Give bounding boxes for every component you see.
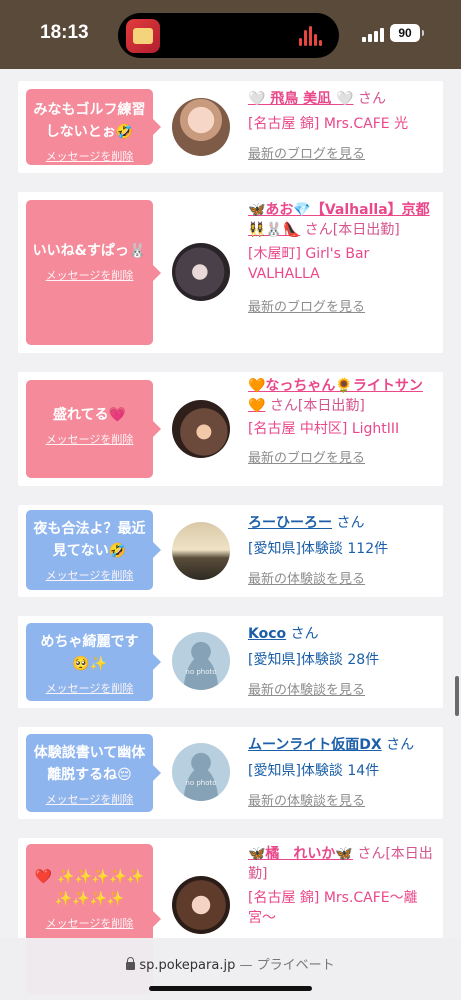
message-text: 体験談書いて幽体離脱するね😔 [33,745,146,783]
latest-review-link[interactable]: 最新の体験談を見る [248,568,433,587]
delete-message-link[interactable]: メッセージを削除 [26,680,153,696]
latest-blog-link[interactable]: 最新のブログを見る [248,143,433,162]
profile-info: ムーンライト仮面DX さん [愛知県]体験談 14件 最新の体験談を見る [248,735,433,809]
scroll-indicator[interactable] [455,676,459,716]
message-card: 盛れてる💗 メッセージを削除 🧡なっちゃん🌻ライトサン🧡 さん[本日出勤] [名… [18,372,443,486]
shop-info: [名古屋 錦] Mrs.CAFE 光 [248,116,409,132]
latest-review-link[interactable]: 最新の体験談を見る [248,679,433,698]
honorific: さん [336,515,365,531]
message-text: 夜も合法よ？最近見てない🤣 [33,521,146,559]
honorific: さん [290,626,319,642]
delete-message-link[interactable]: メッセージを削除 [26,431,153,447]
honorific: さん [386,737,415,753]
profile-name-link[interactable]: 🦋橘 れいか🦋 [248,846,353,862]
audio-wave-icon [299,26,325,46]
message-bubble: めちゃ綺麗です🥺✨ メッセージを削除 [26,623,161,701]
avatar[interactable] [172,243,230,301]
avatar[interactable] [172,522,230,580]
url-domain: sp.pokepara.jp [139,958,236,973]
review-count: [愛知県]体験談 112件 [248,541,389,557]
profile-name-link[interactable]: ムーンライト仮面DX [248,737,382,753]
review-count: [愛知県]体験談 14件 [248,763,380,779]
profile-name-link[interactable]: Koco [248,626,286,642]
private-label: — プライベート [239,958,335,973]
message-card: 体験談書いて幽体離脱するね😔 メッセージを削除 no photo ムーンライト仮… [18,727,443,819]
honorific: さん [357,91,386,107]
delete-message-link[interactable]: メッセージを削除 [26,148,153,164]
delete-message-link[interactable]: メッセージを削除 [26,791,153,807]
no-photo-label: no photo [185,779,217,787]
honorific: さん[本日出勤] [304,222,400,238]
status-bar: 18:13 90 [0,0,461,69]
message-bubble: みなもゴルフ練習しないとぉ🤣 メッセージを削除 [26,89,161,165]
message-text: いいね&すぱっ🐰 [32,243,147,259]
profile-name-link[interactable]: ろーひーろー [248,515,332,531]
message-card: めちゃ綺麗です🥺✨ メッセージを削除 no photo Koco さん [愛知県… [18,616,443,708]
url-display[interactable]: sp.pokepara.jp — プライベート [0,954,461,973]
shop-info: [木屋町] Girl's Bar VALHALLA [248,246,370,282]
status-time: 18:13 [40,22,89,43]
dynamic-island[interactable] [118,13,339,58]
message-text: 盛れてる💗 [52,407,126,423]
avatar[interactable] [172,876,230,934]
shop-info: [名古屋 中村区] LightIII [248,421,400,437]
app-icon [126,19,160,53]
lock-icon [126,957,136,970]
avatar[interactable] [172,98,230,156]
latest-blog-link[interactable]: 最新のブログを見る [248,296,433,315]
profile-info: 🤍 飛鳥 美凪 🤍 さん [名古屋 錦] Mrs.CAFE 光 最新のブログを見… [248,89,433,162]
profile-info: ろーひーろー さん [愛知県]体験談 112件 最新の体験談を見る [248,513,433,587]
browser-url-bar[interactable]: sp.pokepara.jp — プライベート [0,938,461,1000]
review-count: [愛知県]体験談 28件 [248,652,380,668]
latest-review-link[interactable]: 最新の体験談を見る [248,790,433,809]
no-photo-avatar[interactable]: no photo [172,743,230,801]
no-photo-avatar[interactable]: no photo [172,632,230,690]
message-text: ❤️ ✨✨✨✨✨ ✨✨✨✨ [34,869,145,907]
message-bubble: 夜も合法よ？最近見てない🤣 メッセージを削除 [26,510,161,590]
delete-message-link[interactable]: メッセージを削除 [26,567,153,583]
message-bubble: いいね&すぱっ🐰 メッセージを削除 [26,200,161,345]
latest-blog-link[interactable]: 最新のブログを見る [248,447,433,466]
message-card: みなもゴルフ練習しないとぉ🤣 メッセージを削除 🤍 飛鳥 美凪 🤍 さん [名古… [18,81,443,173]
home-indicator[interactable] [149,986,312,991]
message-text: めちゃ綺麗です🥺✨ [40,634,139,672]
message-bubble: 盛れてる💗 メッセージを削除 [26,380,161,478]
no-photo-label: no photo [185,668,217,676]
profile-info: Koco さん [愛知県]体験談 28件 最新の体験談を見る [248,624,433,698]
profile-name-link[interactable]: 🤍 飛鳥 美凪 🤍 [248,91,354,107]
delete-message-link[interactable]: メッセージを削除 [26,267,153,283]
delete-message-link[interactable]: メッセージを削除 [26,915,153,931]
honorific: さん[本日出勤] [269,398,365,414]
avatar[interactable] [172,400,230,458]
message-bubble: 体験談書いて幽体離脱するね😔 メッセージを削除 [26,734,161,812]
signal-icon [362,27,384,42]
battery-icon: 90 [390,24,424,42]
message-card: いいね&すぱっ🐰 メッセージを削除 🦋あお💎【Valhalla】京都👯‍♀️🐰👠… [18,192,443,353]
profile-info: 🦋あお💎【Valhalla】京都👯‍♀️🐰👠 さん[本日出勤] [木屋町] Gi… [248,200,433,315]
profile-info: 🧡なっちゃん🌻ライトサン🧡 さん[本日出勤] [名古屋 中村区] LightII… [248,376,433,466]
message-card: 夜も合法よ？最近見てない🤣 メッセージを削除 ろーひーろー さん [愛知県]体験… [18,505,443,597]
profile-info: 🦋橘 れいか🦋 さん[本日出勤] [名古屋 錦] Mrs.CAFE〜離宮〜 [248,844,433,928]
shop-info: [名古屋 錦] Mrs.CAFE〜離宮〜 [248,890,418,926]
message-text: みなもゴルフ練習しないとぉ🤣 [33,102,146,140]
